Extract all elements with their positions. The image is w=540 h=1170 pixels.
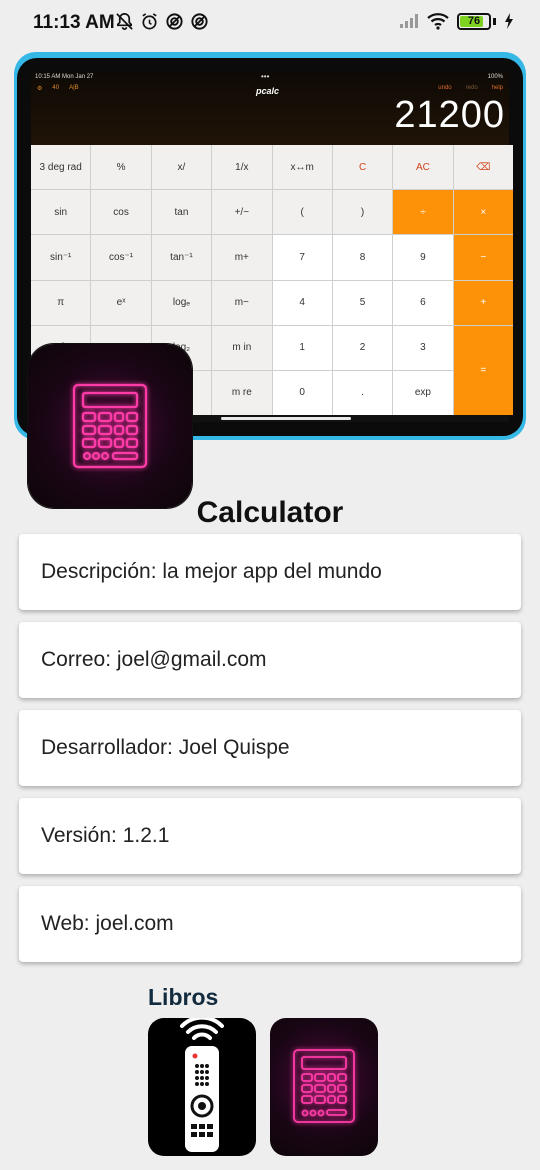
calc-app-name: pcalc (256, 86, 280, 96)
do-not-disturb-icon (191, 13, 208, 30)
calc-key: cos⁻¹ (91, 235, 151, 280)
data-saver-icon (166, 13, 183, 30)
calc-key: × (453, 190, 513, 235)
app-title-container: Calculator (0, 494, 540, 524)
calc-key: + (453, 280, 513, 325)
calc-toolbar-right: undo redo help (438, 85, 503, 91)
app-title: Calculator (196, 496, 344, 524)
calc-key: C (332, 145, 393, 190)
calculator-icon (293, 1049, 355, 1123)
wifi-icon (427, 13, 449, 30)
calc-key: 6 (393, 280, 453, 325)
calc-key: 8 (332, 235, 393, 280)
calc-key: sin⁻¹ (31, 235, 91, 280)
calc-key: logₑ (151, 280, 212, 325)
calc-key: tan (151, 190, 212, 235)
signal-icon (400, 14, 418, 28)
calc-key: − (453, 235, 513, 280)
books-section-title: Libros (148, 984, 219, 1010)
tablet-status-time: 10:15 AM Mon Jan 27 (35, 74, 94, 80)
info-card-developer: Desarrollador: Joel Quispe (19, 710, 521, 786)
calc-key: eˣ (91, 280, 151, 325)
status-time: 11:13 AM (33, 12, 115, 33)
calc-key: m− (212, 280, 272, 325)
notifications-off-icon (116, 13, 133, 30)
status-icons-left (115, 12, 209, 31)
status-icons-right: 76 (399, 12, 514, 30)
precision-label: 40 (52, 85, 60, 91)
more-dots-icon: ••• (261, 72, 270, 81)
remote-control-icon (180, 1018, 224, 1152)
calc-key: ⌫ (453, 145, 513, 190)
calc-key: % (91, 145, 151, 190)
calc-key: π (31, 280, 91, 325)
calc-key: m re (212, 370, 272, 415)
calc-key: AC (393, 145, 453, 190)
info-version: Versión: 1.2.1 (41, 824, 170, 847)
calc-key: 3 deg rad (31, 145, 91, 190)
battery-level: 76 (467, 14, 481, 27)
book-item-remote[interactable] (148, 1018, 256, 1156)
undo-label: undo (438, 85, 452, 91)
home-indicator (221, 417, 351, 420)
calc-key: . (332, 370, 393, 415)
calc-key: m+ (212, 235, 272, 280)
calc-key: 4 (272, 280, 332, 325)
alarm-icon (142, 13, 157, 30)
redo-label: redo (465, 85, 478, 91)
calc-key: 2 (332, 325, 393, 370)
calc-key: 1/x (212, 145, 272, 190)
info-developer: Desarrollador: Joel Quispe (41, 736, 290, 759)
calc-key: 7 (272, 235, 332, 280)
info-email: Correo: joel@gmail.com (41, 648, 267, 671)
ab-label: A|B (69, 85, 79, 91)
info-description: Descripción: la mejor app del mundo (41, 560, 382, 583)
tablet-status-battery: 100% (487, 74, 503, 80)
calculator-icon (72, 383, 148, 469)
calc-key: x↔m (272, 145, 332, 190)
calc-key: m in (212, 325, 272, 370)
calc-key: ÷ (393, 190, 453, 235)
calc-key: tan⁻¹ (151, 235, 212, 280)
calc-toolbar-left: ⚙ 40 A|B (37, 85, 79, 92)
book-item-calculator[interactable] (270, 1018, 378, 1156)
calc-key: sin (31, 190, 91, 235)
calc-key: +/− (212, 190, 272, 235)
calc-key: 3 (393, 325, 453, 370)
calc-key: x/ (151, 145, 212, 190)
calc-key: cos (91, 190, 151, 235)
calc-key: = (453, 325, 513, 415)
app-icon (28, 344, 192, 508)
info-card-email: Correo: joel@gmail.com (19, 622, 521, 698)
calc-key: ) (332, 190, 393, 235)
info-web: Web: joel.com (41, 912, 174, 935)
info-card-description: Descripción: la mejor app del mundo (19, 534, 521, 610)
info-card-version: Versión: 1.2.1 (19, 798, 521, 874)
charging-icon (505, 13, 513, 29)
calc-key: 9 (393, 235, 453, 280)
calc-key: exp (393, 370, 453, 415)
calc-key: 5 (332, 280, 393, 325)
help-label: help (491, 85, 503, 91)
calc-display: 21200 (394, 94, 505, 136)
calc-key: 1 (272, 325, 332, 370)
calc-key: ( (272, 190, 332, 235)
battery-nub (493, 17, 496, 25)
calc-key: 0 (272, 370, 332, 415)
info-card-web: Web: joel.com (19, 886, 521, 962)
battery-icon: 76 (457, 12, 491, 30)
status-bar: 11:13 AM 76 (0, 0, 540, 44)
settings-icon: ⚙ (37, 86, 43, 92)
